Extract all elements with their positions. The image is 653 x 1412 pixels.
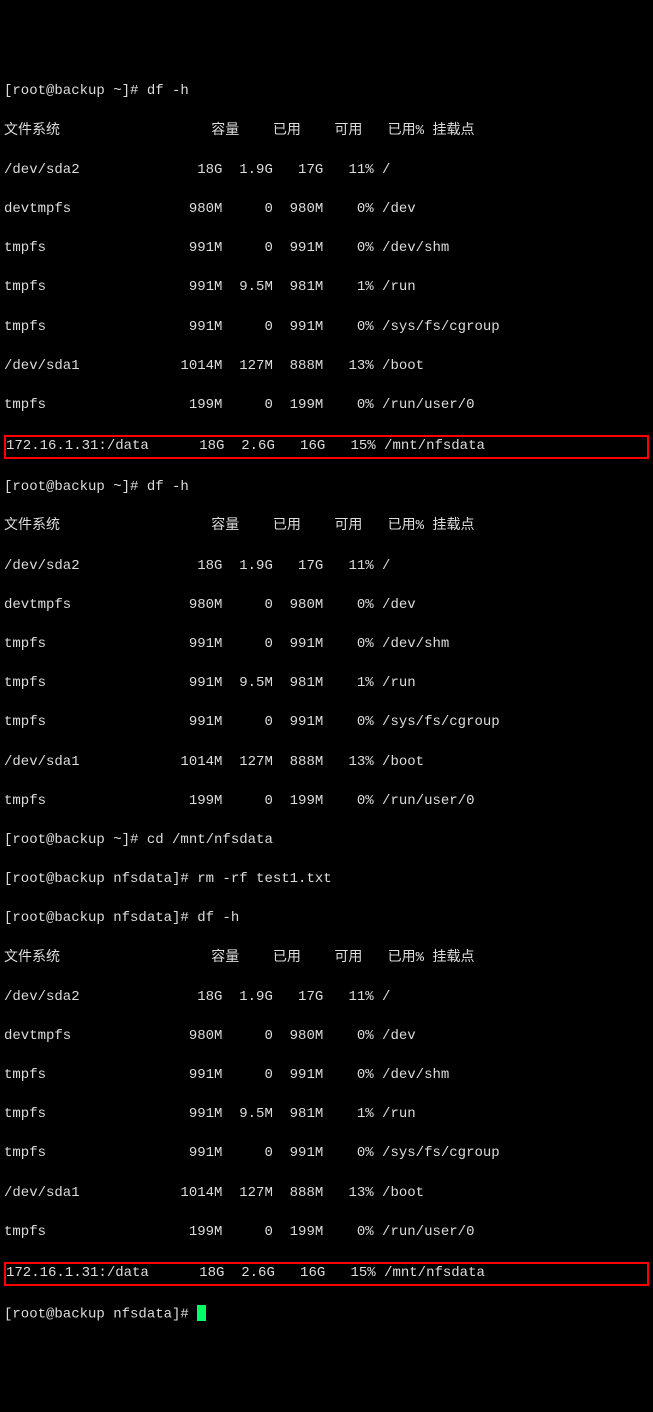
df-row: /dev/sda1 1014M 127M 888M 13% /boot — [4, 1184, 649, 1204]
df-row: /dev/sda2 18G 1.9G 17G 11% / — [4, 988, 649, 1008]
df-row: devtmpfs 980M 0 980M 0% /dev — [4, 200, 649, 220]
prompt-line: [root@backup ~]# cd /mnt/nfsdata — [4, 831, 649, 851]
df-row: /dev/sda2 18G 1.9G 17G 11% / — [4, 161, 649, 181]
df-row: tmpfs 199M 0 199M 0% /run/user/0 — [4, 1223, 649, 1243]
prompt-line[interactable]: [root@backup nfsdata]# — [4, 1305, 649, 1325]
prompt-line: [root@backup ~]# df -h — [4, 82, 649, 102]
df-row: /dev/sda1 1014M 127M 888M 13% /boot — [4, 357, 649, 377]
prompt-line: [root@backup nfsdata]# rm -rf test1.txt — [4, 870, 649, 890]
df-row: tmpfs 991M 9.5M 981M 1% /run — [4, 674, 649, 694]
highlight-box: 172.16.1.31:/data 18G 2.6G 16G 15% /mnt/… — [4, 435, 649, 459]
df-row: tmpfs 991M 9.5M 981M 1% /run — [4, 278, 649, 298]
df-row: 172.16.1.31:/data 18G 2.6G 16G 15% /mnt/… — [6, 1264, 647, 1284]
df-row: devtmpfs 980M 0 980M 0% /dev — [4, 1027, 649, 1047]
df-header: 文件系统 容量 已用 可用 已用% 挂载点 — [4, 122, 649, 142]
prompt-text: [root@backup nfsdata]# — [4, 1307, 197, 1323]
df-row: tmpfs 991M 0 991M 0% /sys/fs/cgroup — [4, 1144, 649, 1164]
highlight-box: 172.16.1.31:/data 18G 2.6G 16G 15% /mnt/… — [4, 1262, 649, 1286]
df-row: tmpfs 991M 0 991M 0% /sys/fs/cgroup — [4, 713, 649, 733]
df-row: /dev/sda2 18G 1.9G 17G 11% / — [4, 557, 649, 577]
df-row: tmpfs 199M 0 199M 0% /run/user/0 — [4, 792, 649, 812]
df-row: tmpfs 991M 0 991M 0% /dev/shm — [4, 239, 649, 259]
df-row: /dev/sda1 1014M 127M 888M 13% /boot — [4, 753, 649, 773]
prompt-line: [root@backup nfsdata]# df -h — [4, 909, 649, 929]
df-row: 172.16.1.31:/data 18G 2.6G 16G 15% /mnt/… — [6, 437, 647, 457]
df-row: tmpfs 991M 0 991M 0% /dev/shm — [4, 635, 649, 655]
df-row: tmpfs 991M 9.5M 981M 1% /run — [4, 1105, 649, 1125]
df-row: tmpfs 199M 0 199M 0% /run/user/0 — [4, 396, 649, 416]
cursor-icon — [197, 1305, 206, 1321]
df-header: 文件系统 容量 已用 可用 已用% 挂载点 — [4, 949, 649, 969]
df-header: 文件系统 容量 已用 可用 已用% 挂载点 — [4, 517, 649, 537]
df-row: devtmpfs 980M 0 980M 0% /dev — [4, 596, 649, 616]
df-row: tmpfs 991M 0 991M 0% /sys/fs/cgroup — [4, 318, 649, 338]
prompt-line: [root@backup ~]# df -h — [4, 478, 649, 498]
df-row: tmpfs 991M 0 991M 0% /dev/shm — [4, 1066, 649, 1086]
